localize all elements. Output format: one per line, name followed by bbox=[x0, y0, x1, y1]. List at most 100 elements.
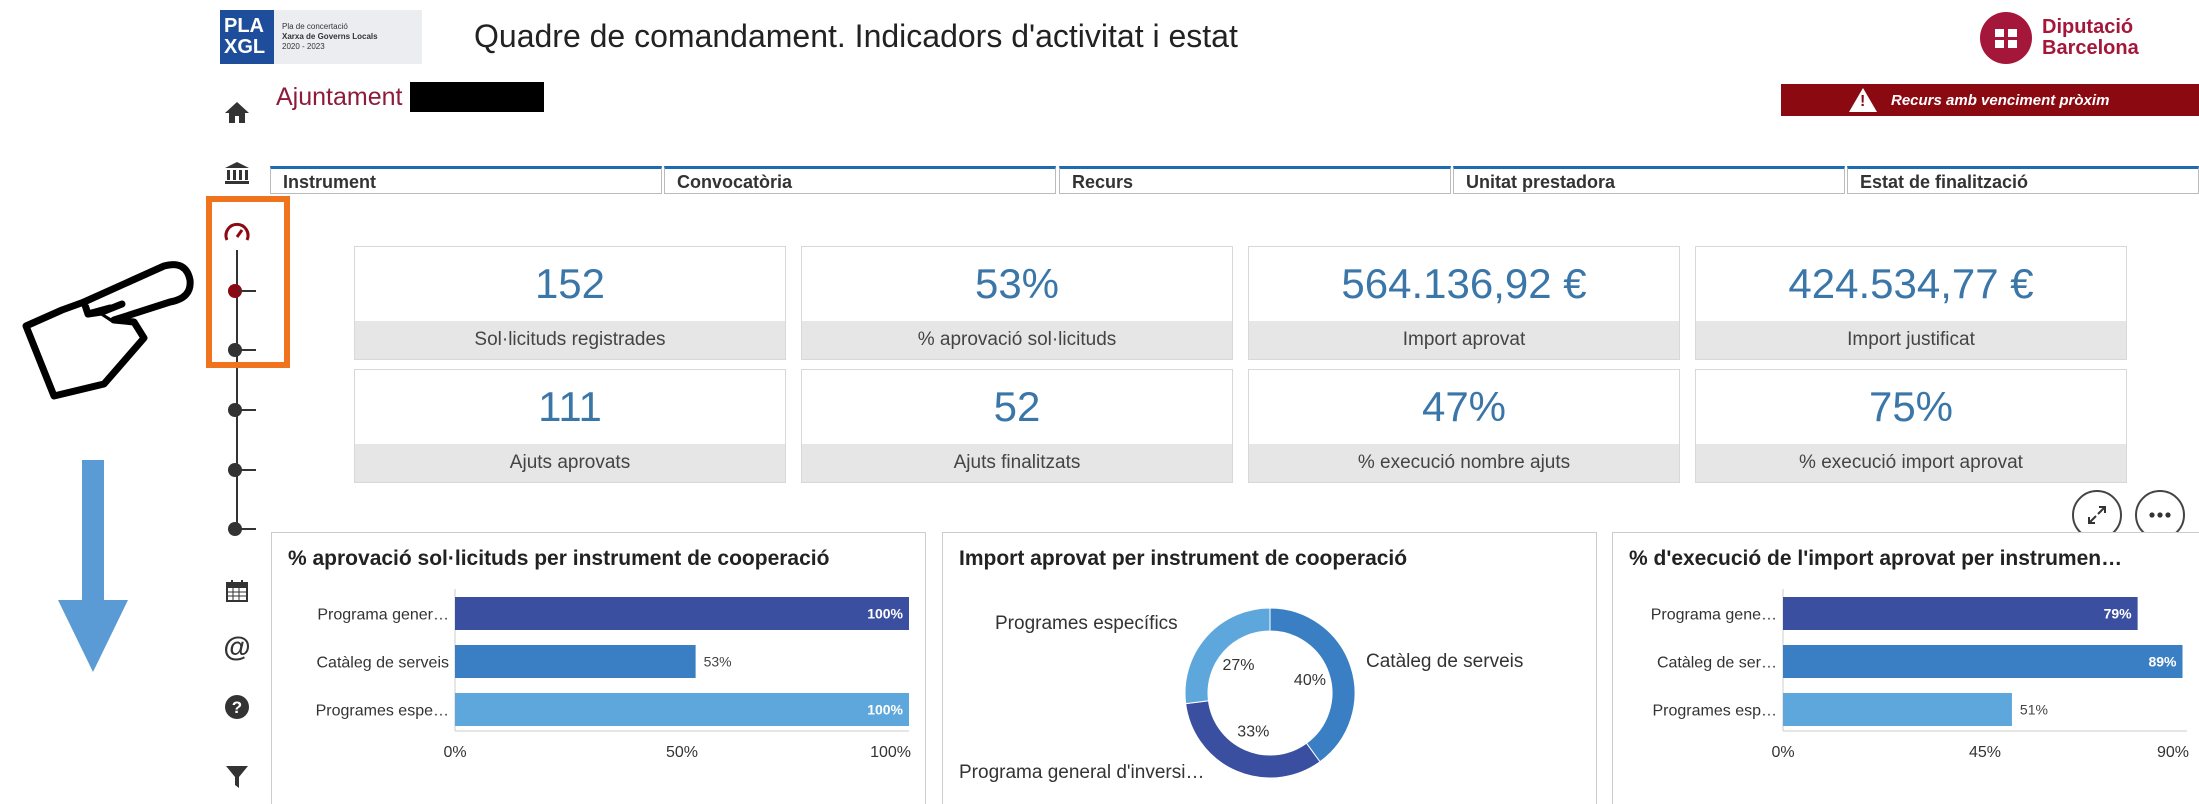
filter-convocatoria[interactable]: Convocatòria bbox=[664, 166, 1056, 194]
bar[interactable] bbox=[455, 693, 909, 726]
kpi-value: 75% bbox=[1868, 383, 1954, 430]
kpi-label: % execució import aprovat bbox=[1696, 444, 2126, 482]
brand-line1: Diputació bbox=[2042, 16, 2134, 38]
kpi-label: % aprovació sol·licituds bbox=[802, 321, 1232, 359]
kpi-value: 564.136,92 € bbox=[1341, 260, 1587, 307]
bar[interactable] bbox=[1783, 597, 2138, 630]
category-label: Programa gener… bbox=[317, 607, 449, 624]
kpi-label: Sol·licituds registrades bbox=[355, 321, 785, 359]
highlight-box bbox=[206, 196, 290, 368]
slice-percent-label: 40% bbox=[1294, 672, 1326, 689]
kpi-value: 52 bbox=[993, 383, 1041, 430]
calendar-icon[interactable] bbox=[222, 576, 252, 606]
tick-label: 100% bbox=[870, 744, 911, 761]
plan-logo-line2: Xarxa de Governs Locals bbox=[282, 32, 378, 41]
chart-panel-execution[interactable]: % d'execució de l'import aprovat per ins… bbox=[1612, 532, 2199, 804]
category-label: Programa gene… bbox=[1651, 607, 1777, 624]
bar[interactable] bbox=[455, 645, 696, 678]
category-label: Programes esp… bbox=[1653, 703, 1778, 720]
category-label: Catàleg de ser… bbox=[1657, 655, 1777, 672]
kpi-value: 53% bbox=[974, 260, 1060, 307]
institution-icon[interactable] bbox=[222, 158, 252, 188]
submenu-tick bbox=[238, 469, 256, 471]
diputacio-seal-icon bbox=[1980, 12, 2032, 64]
data-label: 100% bbox=[867, 702, 903, 718]
down-arrow-icon bbox=[58, 460, 128, 672]
bar[interactable] bbox=[1783, 693, 2012, 726]
submenu-tick bbox=[238, 528, 256, 530]
filter-estat-finalitzacio[interactable]: Estat de finalització bbox=[1847, 166, 2199, 194]
kpi-card[interactable]: 152 Sol·licituds registrades bbox=[354, 246, 786, 360]
chart-panel-approval[interactable]: % aprovació sol·licituds per instrument … bbox=[271, 532, 926, 804]
chart-title: % d'execució de l'import aprovat per ins… bbox=[1629, 547, 2123, 570]
kpi-label: Import aprovat bbox=[1249, 321, 1679, 359]
data-label: 79% bbox=[2104, 606, 2133, 622]
category-label: Programes espe… bbox=[316, 703, 449, 720]
tick-label: 0% bbox=[1771, 744, 1794, 761]
diputacio-brand: Diputació Barcelona bbox=[2042, 17, 2139, 59]
filter-icon[interactable] bbox=[222, 762, 252, 792]
kpi-label: % execució nombre ajuts bbox=[1249, 444, 1679, 482]
kpi-card[interactable]: 424.534,77 € Import justificat bbox=[1695, 246, 2127, 360]
data-label: 53% bbox=[704, 654, 732, 670]
svg-text:?: ? bbox=[232, 698, 242, 717]
pointing-hand-icon bbox=[22, 261, 194, 400]
home-icon[interactable] bbox=[222, 97, 252, 127]
kpi-value: 152 bbox=[534, 260, 606, 307]
kpi-card[interactable]: 75% % execució import aprovat bbox=[1695, 369, 2127, 483]
brand-line2: Barcelona bbox=[2042, 37, 2139, 59]
expand-icon bbox=[2088, 506, 2106, 524]
tick-label: 45% bbox=[1969, 744, 2001, 761]
plan-logo-line3: 2020 - 2023 bbox=[282, 42, 325, 51]
dashboard-page: PLA XGL Pla de concertació Xarxa de Gove… bbox=[0, 0, 2199, 804]
filter-recurs[interactable]: Recurs bbox=[1059, 166, 1451, 194]
category-label: Catàleg de serveis bbox=[316, 655, 449, 672]
submenu-tick bbox=[238, 409, 256, 411]
slice-name-label: Programa general d'inversi… bbox=[959, 762, 1204, 783]
chart-panel-import[interactable]: Import aprovat per instrument de coopera… bbox=[942, 532, 1597, 804]
slice-name-label: Catàleg de serveis bbox=[1366, 651, 1523, 672]
kpi-card[interactable]: 564.136,92 € Import aprovat bbox=[1248, 246, 1680, 360]
at-icon[interactable]: @ bbox=[222, 631, 252, 662]
alert-banner[interactable]: ! Recurs amb venciment pròxim bbox=[1781, 84, 2199, 116]
filter-unitat-prestadora[interactable]: Unitat prestadora bbox=[1453, 166, 1845, 194]
plan-logo-text: Pla de concertació Xarxa de Governs Loca… bbox=[274, 22, 378, 52]
more-icon bbox=[2149, 512, 2171, 518]
plan-logo-mark: PLA XGL bbox=[220, 10, 274, 64]
chart-title: % aprovació sol·licituds per instrument … bbox=[288, 547, 830, 570]
approval-bar-chart: Programa gener… 100% Catàleg de serveis 53%… bbox=[316, 589, 911, 761]
kpi-value: 47% bbox=[1421, 383, 1507, 430]
data-label: 51% bbox=[2020, 702, 2048, 718]
kpi-card[interactable]: 47% % execució nombre ajuts bbox=[1248, 369, 1680, 483]
kpi-card[interactable]: 111 Ajuts aprovats bbox=[354, 369, 786, 483]
data-label: 89% bbox=[2148, 654, 2177, 670]
kpi-card[interactable]: 52 Ajuts finalitzats bbox=[801, 369, 1233, 483]
kpi-card[interactable]: 53% % aprovació sol·licituds bbox=[801, 246, 1233, 360]
import-donut-chart: 40% 33% 27% Catàleg de serveis Programa gene… bbox=[959, 607, 1523, 783]
bar[interactable] bbox=[455, 597, 909, 630]
slice-percent-label: 33% bbox=[1237, 724, 1269, 741]
redacted-name bbox=[410, 82, 545, 112]
data-label: 100% bbox=[867, 606, 903, 622]
ajuntament-label: Ajuntament bbox=[276, 82, 403, 111]
ajuntament-heading: Ajuntament bbox=[276, 82, 545, 112]
kpi-label: Import justificat bbox=[1696, 321, 2126, 359]
diputacio-logo[interactable]: Diputació Barcelona bbox=[1980, 12, 2139, 64]
tick-label: 50% bbox=[666, 744, 698, 761]
kpi-label: Ajuts aprovats bbox=[355, 444, 785, 482]
warning-icon: ! bbox=[1849, 88, 1877, 112]
slice-percent-label: 27% bbox=[1222, 657, 1254, 674]
alert-text: Recurs amb venciment pròxim bbox=[1891, 91, 2110, 109]
kpi-label: Ajuts finalitzats bbox=[802, 444, 1232, 482]
plan-logo-line1: Pla de concertació bbox=[282, 22, 348, 31]
kpi-value: 424.534,77 € bbox=[1788, 260, 2034, 307]
donut-slice[interactable] bbox=[1184, 607, 1271, 705]
execution-bar-chart: Programa gene… 79% Catàleg de ser… 89% Progr… bbox=[1651, 589, 2189, 761]
tick-label: 0% bbox=[443, 744, 466, 761]
filter-instrument[interactable]: Instrument bbox=[270, 166, 662, 194]
plan-logo: PLA XGL Pla de concertació Xarxa de Gove… bbox=[220, 10, 422, 64]
bar[interactable] bbox=[1783, 645, 2183, 678]
help-icon[interactable]: ? bbox=[222, 692, 252, 722]
tick-label: 90% bbox=[2157, 744, 2189, 761]
kpi-value: 111 bbox=[538, 383, 602, 430]
